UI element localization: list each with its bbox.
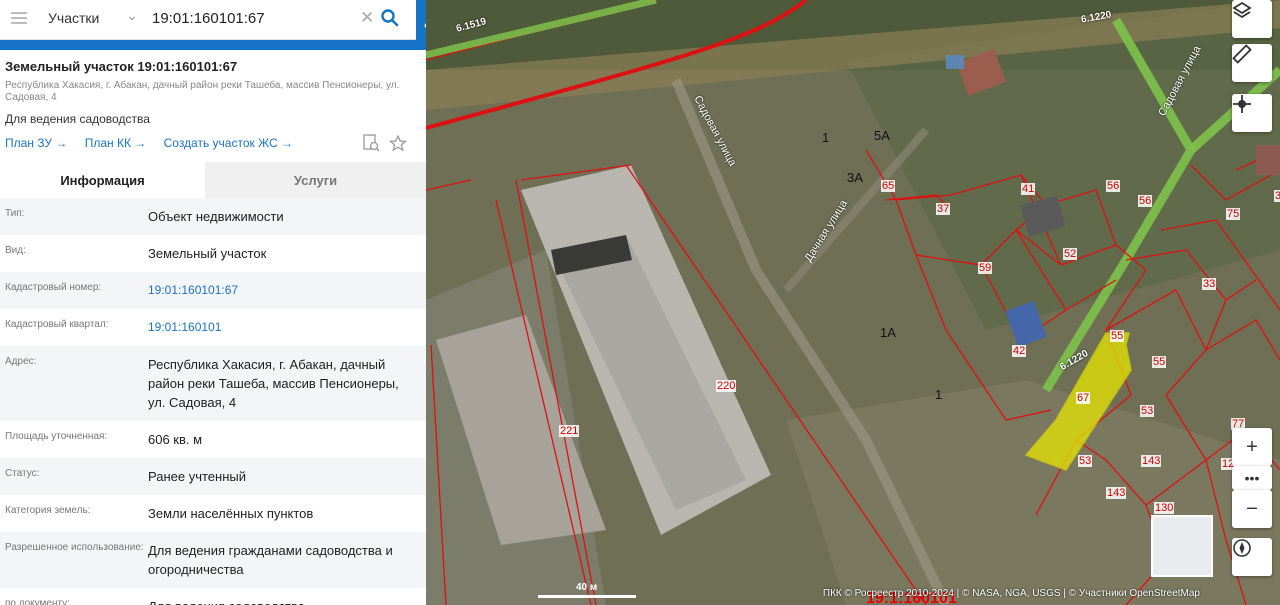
- property-row: Тип: Объект недвижимости: [0, 198, 426, 235]
- parcel-address: Республика Хакасия, г. Абакан, дачный ра…: [5, 80, 400, 103]
- property-label: Статус:: [5, 468, 40, 479]
- action-links: План ЗУ → План КК → Создать участок ЖС →: [5, 136, 307, 150]
- property-row: Категория земель: Земли населённых пункто…: [0, 495, 426, 532]
- parcel-label: 56: [1106, 180, 1121, 192]
- parcel-label: 52: [1063, 248, 1078, 260]
- tab-services[interactable]: Услуги: [205, 162, 426, 198]
- attribution: ПКК © Росреестр 2010-2024 | © NASA, NGA,…: [822, 588, 1200, 599]
- parcel-label: 33: [1202, 278, 1217, 290]
- locate-button[interactable]: [1232, 94, 1272, 132]
- plan-kk-link[interactable]: План КК →: [85, 136, 147, 150]
- parcel-label: 65: [881, 180, 896, 192]
- zoom-in-button[interactable]: +: [1232, 428, 1272, 466]
- map[interactable]: 1 5А 3А 65 37 41 56 56 31 75 52 59 33 1А 42 55 55 67 53 1 22…: [426, 0, 1280, 605]
- layers-button[interactable]: [1232, 0, 1272, 38]
- measure-button[interactable]: [1232, 44, 1272, 82]
- property-row: Разрешенное использование: Для ведения гр…: [0, 532, 426, 588]
- parcel-label: 55: [1110, 330, 1125, 342]
- property-value: Ранее учтенный: [148, 469, 246, 484]
- property-value: Для ведения гражданами садоводства и ого…: [148, 543, 393, 577]
- property-value: Для ведения садоводства: [148, 588, 418, 605]
- parcel-label: 221: [559, 425, 580, 437]
- tabs: Информация Услуги: [0, 162, 426, 198]
- clear-icon[interactable]: ✕: [360, 8, 374, 28]
- property-label: Площадь уточненная:: [5, 431, 108, 442]
- properties-list: Тип: Объект недвижимости Вид: Земельный уча…: [0, 198, 426, 605]
- parcel-label: 1А: [880, 325, 896, 340]
- property-value: Объект недвижимости: [148, 209, 284, 224]
- parcel-label: 75: [1226, 208, 1241, 220]
- create-parcel-link[interactable]: Создать участок ЖС →: [164, 136, 293, 150]
- parcel-label: 220: [716, 380, 737, 392]
- parcel-purpose: Для ведения садоводства: [5, 112, 150, 126]
- compass-icon: [1233, 539, 1251, 557]
- ruler-icon: [1232, 44, 1252, 64]
- minus-icon: −: [1246, 497, 1258, 520]
- property-label: Вид:: [5, 245, 26, 256]
- parcel-label: 31: [1274, 190, 1280, 202]
- compass-button[interactable]: [1232, 538, 1272, 576]
- property-label: Кадастровый номер:: [5, 282, 102, 293]
- property-row: Кадастровый квартал: 19:01:160101: [0, 309, 426, 346]
- property-label: Категория земель:: [5, 505, 91, 516]
- chevron-down-icon[interactable]: ⌄: [126, 7, 138, 24]
- star-icon[interactable]: [388, 134, 408, 152]
- parcel-label: 59: [978, 262, 993, 274]
- parcel-label: 130: [1154, 502, 1175, 514]
- property-label: по документу:: [5, 598, 70, 605]
- crosshair-icon: [1233, 95, 1251, 113]
- property-value[interactable]: 19:01:160101:67: [148, 272, 418, 309]
- parcel-label: 143: [1141, 455, 1162, 467]
- parcel-label: 143: [1106, 487, 1127, 499]
- property-value: Республика Хакасия, г. Абакан, дачный ра…: [148, 357, 399, 410]
- property-row: Площадь уточненная: 606 кв. м: [0, 421, 426, 458]
- property-label: Кадастровый квартал:: [5, 319, 109, 330]
- property-row: Кадастровый номер: 19:01:160101:67: [0, 272, 426, 309]
- property-row: Адрес: Республика Хакасия, г. Абакан, дач…: [0, 346, 426, 421]
- plus-icon: +: [1246, 435, 1258, 458]
- parcel-label: 3А: [847, 170, 863, 185]
- search-bar: Участки ⌄ 19:01:160101:67 ✕: [0, 0, 416, 40]
- parcel-label: 67: [1076, 392, 1091, 404]
- scale-label: 40 м: [576, 582, 598, 593]
- parcel-label: 42: [1012, 345, 1027, 357]
- property-row: Статус: Ранее учтенный: [0, 458, 426, 495]
- header-strip: [0, 40, 426, 50]
- parcel-label: 55: [1152, 356, 1167, 368]
- property-label: Разрешенное использование:: [5, 542, 144, 553]
- parcel-label: 56: [1138, 195, 1153, 207]
- minimap[interactable]: [1151, 515, 1213, 577]
- sidebar: Участки ⌄ 19:01:160101:67 ✕ Земельный уч…: [0, 0, 426, 605]
- search-icon[interactable]: [380, 8, 400, 28]
- zoom-out-button[interactable]: −: [1232, 490, 1272, 528]
- parcel-label: 1: [935, 387, 943, 402]
- parcel-label: 37: [936, 203, 951, 215]
- parcel-label: 53: [1078, 455, 1093, 467]
- property-row: Вид: Земельный участок: [0, 235, 426, 272]
- parcel-header: Земельный участок 19:01:160101:67 Респуб…: [5, 59, 415, 126]
- search-input[interactable]: 19:01:160101:67: [152, 10, 265, 27]
- property-row: по документу: Для ведения садоводства: [0, 588, 426, 605]
- scale-bar: [538, 595, 636, 598]
- category-select[interactable]: Участки: [48, 10, 99, 26]
- property-value: 606 кв. м: [148, 432, 203, 447]
- plan-zu-link[interactable]: План ЗУ →: [5, 136, 67, 150]
- layers-icon: [1232, 1, 1252, 19]
- more-icon: •••: [1244, 470, 1260, 486]
- tab-info[interactable]: Информация: [0, 162, 205, 198]
- parcel-label: 5А: [874, 128, 890, 143]
- parcel-label: 41: [1021, 183, 1036, 195]
- property-value: Земли населённых пунктов: [148, 506, 314, 521]
- document-search-icon[interactable]: [363, 134, 380, 152]
- parcel-title: Земельный участок 19:01:160101:67: [5, 59, 238, 74]
- property-label: Тип:: [5, 208, 25, 219]
- property-value: Земельный участок: [148, 246, 267, 261]
- property-label: Адрес:: [5, 356, 37, 367]
- menu-icon[interactable]: [11, 12, 27, 24]
- parcel-label: 53: [1140, 405, 1155, 417]
- property-value[interactable]: 19:01:160101: [148, 309, 418, 346]
- more-button[interactable]: •••: [1232, 466, 1272, 490]
- action-icons: [363, 134, 408, 152]
- parcel-label: 1: [822, 130, 830, 145]
